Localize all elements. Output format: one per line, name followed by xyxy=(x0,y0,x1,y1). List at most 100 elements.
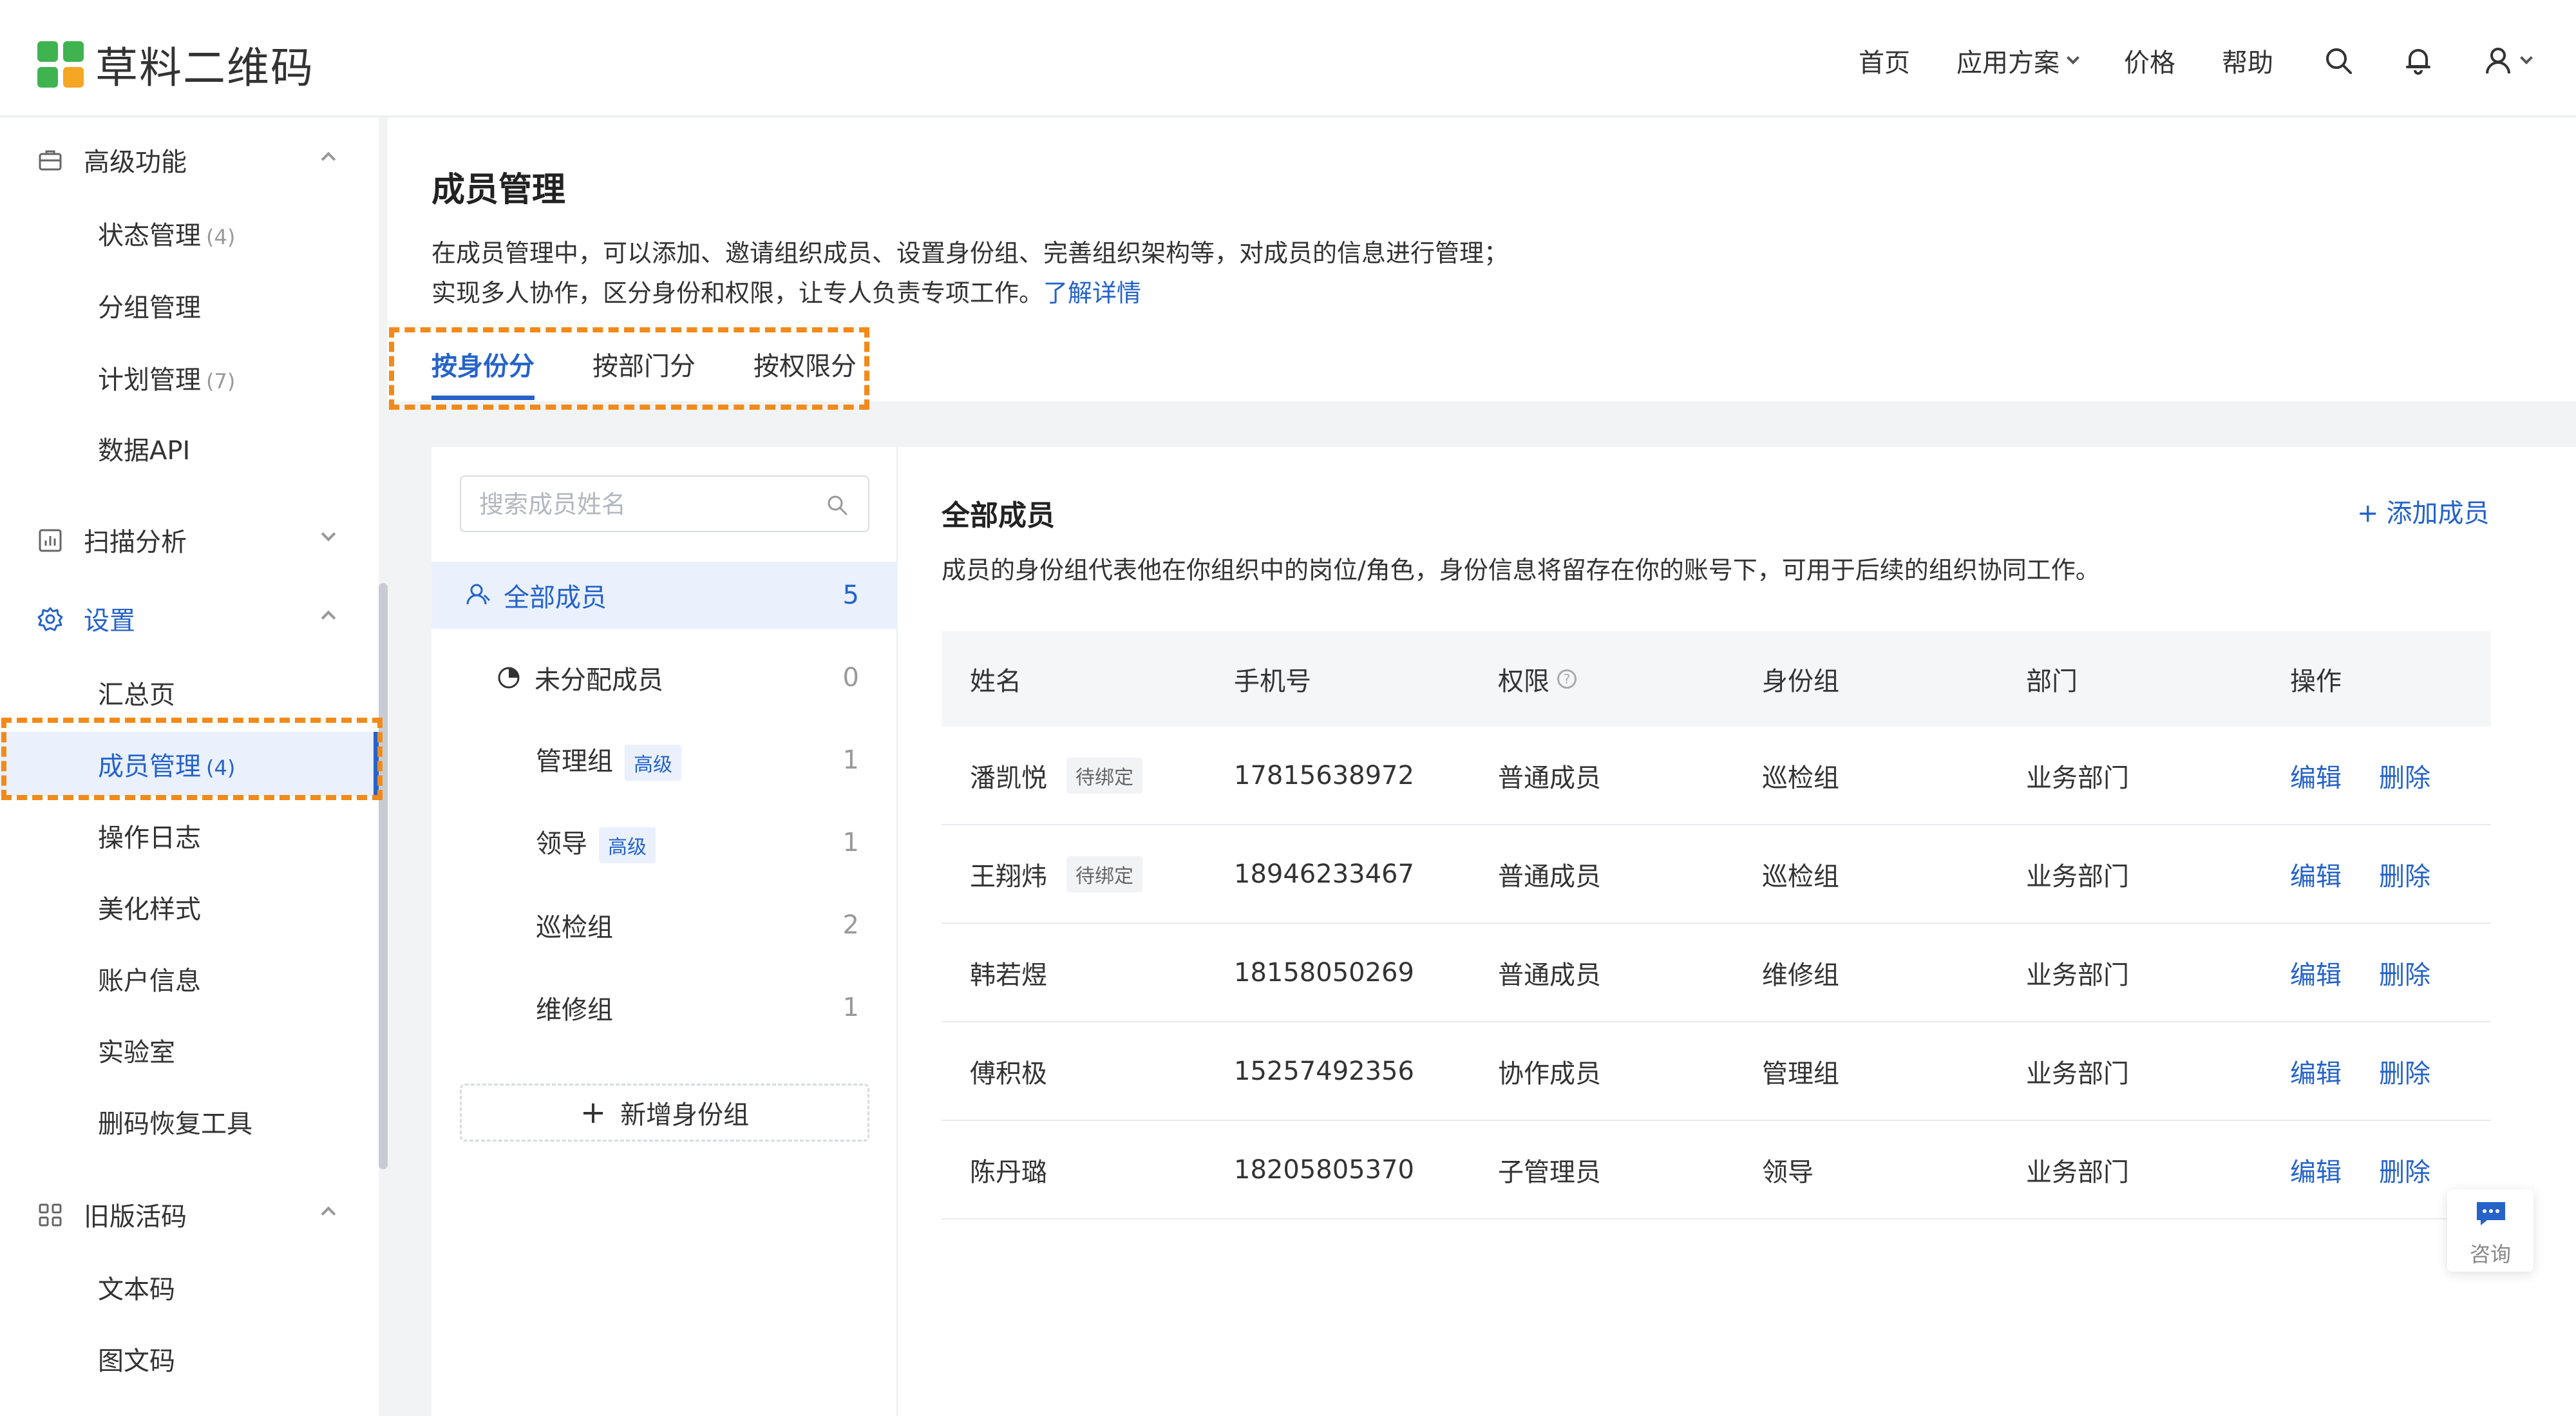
logo[interactable]: 草料二维码 xyxy=(37,33,314,95)
group-item[interactable]: 维修组 1 xyxy=(431,974,898,1041)
member-phone: 18158050269 xyxy=(1234,957,1414,988)
grid-icon xyxy=(39,1203,62,1227)
delete-button[interactable]: 删除 xyxy=(2379,1053,2430,1090)
group-label: 未分配成员 xyxy=(535,665,663,695)
pie-chart-icon xyxy=(498,667,520,689)
delete-button[interactable]: 删除 xyxy=(2379,954,2430,991)
members-table: 姓名 手机号 权限? 身份组 部门 操作 潘凯悦 待绑定 17815638972 普通… xyxy=(942,631,2491,1220)
group-count: 1 xyxy=(842,745,859,775)
bell-icon[interactable] xyxy=(2403,46,2433,75)
column-header-identity-group: 身份组 xyxy=(1762,667,1839,696)
sidebar-item-label: 操作日志 xyxy=(98,823,201,853)
group-item[interactable]: 巡检组 2 xyxy=(431,892,898,959)
member-search-input[interactable] xyxy=(479,488,814,521)
edit-button[interactable]: 编辑 xyxy=(2290,1151,2342,1189)
group-count: 1 xyxy=(842,828,859,857)
briefcase-icon xyxy=(39,150,62,171)
column-header-actions: 操作 xyxy=(2290,667,2342,696)
edit-button[interactable]: 编辑 xyxy=(2290,757,2342,794)
consult-button[interactable]: 咨询 xyxy=(2447,1189,2533,1272)
group-unassigned[interactable]: 未分配成员 0 xyxy=(431,644,898,711)
sidebar-item-restore-tool[interactable]: 删码恢复工具 xyxy=(0,1089,379,1154)
chat-icon xyxy=(2477,1202,2505,1225)
group-count: 0 xyxy=(842,663,859,693)
logo-text: 草料二维码 xyxy=(95,43,314,93)
edit-button[interactable]: 编辑 xyxy=(2290,856,2342,893)
sidebar-group-settings[interactable]: 设置 xyxy=(0,589,379,647)
sidebar-group-label: 旧版活码 xyxy=(84,1202,187,1232)
member-permission: 普通成员 xyxy=(1498,861,1601,892)
delete-button[interactable]: 删除 xyxy=(2379,856,2430,893)
chevron-up-icon xyxy=(321,1206,336,1221)
add-member-button[interactable]: + 添加成员 xyxy=(2357,492,2490,530)
sidebar-item-account[interactable]: 账户信息 xyxy=(0,946,379,1011)
column-header-phone: 手机号 xyxy=(1234,667,1311,696)
table-row: 韩若煜 18158050269 普通成员 维修组 业务部门 编辑 删除 xyxy=(942,924,2491,1022)
highlight-members-menu xyxy=(1,718,383,800)
group-all-members[interactable]: 全部成员 5 xyxy=(431,562,898,629)
sidebar-item-groups[interactable]: 分组管理 xyxy=(0,273,379,338)
sidebar-item-text-code[interactable]: 文本码 xyxy=(0,1255,379,1319)
member-name-cell: 韩若煜 xyxy=(942,954,1206,991)
sidebar-item-summary[interactable]: 汇总页 xyxy=(0,660,379,725)
member-actions: 编辑 删除 xyxy=(2262,1053,2491,1090)
group-tag: 高级 xyxy=(599,827,656,863)
gear-icon xyxy=(37,607,63,631)
member-identity-group: 维修组 xyxy=(1762,960,1839,990)
user-menu[interactable] xyxy=(2483,46,2533,75)
sidebar-item-plans[interactable]: 计划管理 (7) xyxy=(0,345,379,410)
group-item[interactable]: 管理组 高级 1 xyxy=(431,727,898,794)
sidebar-item-rich-code[interactable]: 图文码 xyxy=(0,1326,379,1391)
sidebar-scrollbar-thumb[interactable] xyxy=(379,583,388,1169)
plus-icon: + xyxy=(2357,499,2379,528)
sidebar-item-label: 状态管理 xyxy=(98,221,201,251)
table-header: 姓名 手机号 权限? 身份组 部门 操作 xyxy=(942,631,2491,727)
member-phone: 18946233467 xyxy=(1234,859,1414,889)
group-count: 2 xyxy=(842,910,859,940)
sidebar-group-label: 高级功能 xyxy=(84,148,187,177)
help-icon[interactable]: ? xyxy=(1557,669,1577,689)
sidebar-item-status[interactable]: 状态管理 (4) xyxy=(0,201,379,265)
member-name-cell: 王翔炜 待绑定 xyxy=(942,856,1206,893)
chevron-down-icon xyxy=(2067,52,2079,64)
page-description: 在成员管理中，可以添加、邀请组织成员、设置身份组、完善组织架构等，对成员的信息进… xyxy=(431,233,1977,313)
logo-mark-icon xyxy=(37,41,84,88)
group-item[interactable]: 领导 高级 1 xyxy=(431,809,898,876)
member-search xyxy=(460,475,869,532)
member-department: 业务部门 xyxy=(2026,960,2129,990)
sidebar-item-label: 计划管理 xyxy=(98,365,201,395)
member-phone: 15257492356 xyxy=(1234,1056,1414,1086)
sidebar-group-legacy[interactable]: 旧版活码 xyxy=(0,1185,379,1243)
member-name: 陈丹璐 xyxy=(970,1157,1047,1187)
member-name: 潘凯悦 xyxy=(970,763,1047,793)
nav-solutions[interactable]: 应用方案 xyxy=(1956,42,2079,79)
delete-button[interactable]: 删除 xyxy=(2379,757,2430,794)
search-icon[interactable] xyxy=(826,493,849,517)
bar-chart-icon xyxy=(39,529,62,552)
search-icon[interactable] xyxy=(2324,46,2353,75)
sidebar-group-label: 扫描分析 xyxy=(84,528,187,557)
member-permission: 普通成员 xyxy=(1498,763,1601,793)
member-phone: 18205805370 xyxy=(1234,1154,1414,1185)
sidebar-group-advanced[interactable]: 高级功能 xyxy=(0,131,379,189)
edit-button[interactable]: 编辑 xyxy=(2290,954,2342,991)
sidebar-item-lab[interactable]: 实验室 xyxy=(0,1018,379,1082)
group-label: 全部成员 xyxy=(504,583,607,613)
nav-help[interactable]: 帮助 xyxy=(2222,42,2273,79)
sidebar-item-styles[interactable]: 美化样式 xyxy=(0,875,379,939)
member-name: 傅积极 xyxy=(970,1058,1047,1089)
page-title: 成员管理 xyxy=(431,171,566,209)
member-permission: 普通成员 xyxy=(1498,960,1601,990)
sidebar-item-data-api[interactable]: 数据API xyxy=(0,416,379,481)
nav-pricing[interactable]: 价格 xyxy=(2124,42,2175,79)
member-identity-group: 管理组 xyxy=(1762,1058,1839,1089)
learn-more-link[interactable]: 了解详情 xyxy=(1043,279,1141,307)
delete-button[interactable]: 删除 xyxy=(2379,1151,2430,1189)
edit-button[interactable]: 编辑 xyxy=(2290,1053,2342,1090)
sidebar-item-operation-log[interactable]: 操作日志 xyxy=(0,803,379,868)
column-header-name: 姓名 xyxy=(970,667,1021,696)
chevron-down-icon xyxy=(321,526,336,542)
nav-home[interactable]: 首页 xyxy=(1859,42,1910,79)
sidebar-group-scan-analysis[interactable]: 扫描分析 xyxy=(0,511,379,569)
add-group-button[interactable]: + 新增身份组 xyxy=(460,1084,869,1142)
